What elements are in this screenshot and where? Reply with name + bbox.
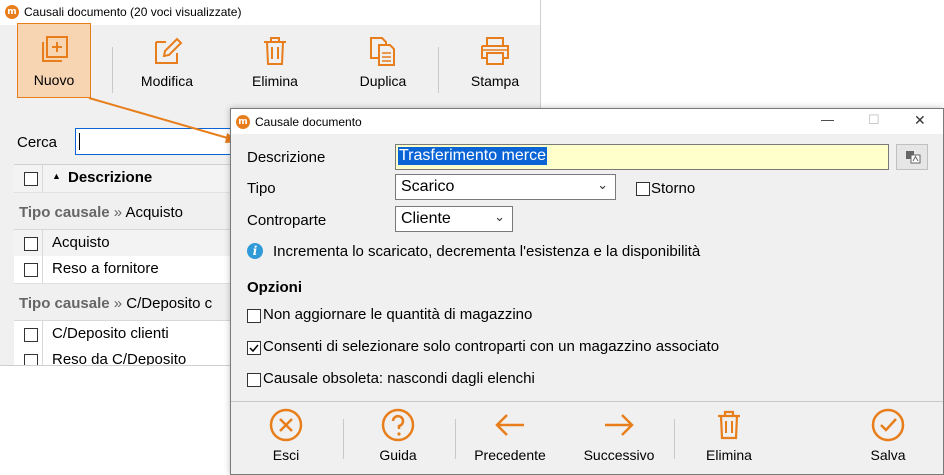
successivo-label: Successivo xyxy=(583,447,655,463)
controparte-label: Controparte xyxy=(247,212,327,229)
trash-icon xyxy=(718,410,740,440)
tipo-label: Tipo xyxy=(247,180,276,197)
arrow-right-icon xyxy=(605,414,634,436)
storno-checkbox[interactable] xyxy=(636,182,650,196)
minimize-icon[interactable]: — xyxy=(821,112,834,127)
descrizione-field[interactable]: Trasferimento merce xyxy=(395,144,889,170)
salva-label: Salva xyxy=(870,447,906,463)
salva-button[interactable]: Salva xyxy=(853,407,923,467)
option-label: Consenti di selezionare solo controparti… xyxy=(263,338,720,355)
elimina-button[interactable]: Elimina xyxy=(694,407,764,467)
help-icon xyxy=(381,408,415,442)
option-checkbox[interactable] xyxy=(247,309,261,323)
button-divider xyxy=(674,419,675,459)
app-logo-icon: m xyxy=(236,115,250,129)
translate-icon xyxy=(906,151,921,164)
esci-button[interactable]: Esci xyxy=(251,407,321,467)
esci-label: Esci xyxy=(272,447,300,463)
button-divider xyxy=(455,419,456,459)
option-label: Causale obsoleta: nascondi dagli elenchi xyxy=(263,370,535,387)
controparte-select[interactable]: Cliente ⌄ xyxy=(395,206,513,232)
controparte-value: Cliente xyxy=(401,210,451,227)
descrizione-value: Trasferimento merce xyxy=(398,147,547,165)
dialog-title: Causale documento xyxy=(255,115,362,129)
storno-label: Storno xyxy=(651,180,696,197)
guida-label: Guida xyxy=(379,447,417,463)
translate-button[interactable] xyxy=(896,144,928,170)
check-circle-icon xyxy=(871,408,905,442)
chevron-down-icon: ⌄ xyxy=(597,177,608,192)
guida-button[interactable]: Guida xyxy=(363,407,433,467)
close-circle-icon xyxy=(269,408,303,442)
close-icon[interactable]: ✕ xyxy=(914,112,926,129)
button-divider xyxy=(343,419,344,459)
precedente-label: Precedente xyxy=(474,447,546,463)
chevron-down-icon: ⌄ xyxy=(494,209,505,224)
arrow-left-icon xyxy=(495,414,524,436)
precedente-button[interactable]: Precedente xyxy=(465,407,555,467)
option-checkbox[interactable] xyxy=(247,373,261,387)
footer-divider xyxy=(231,401,943,402)
info-text: Incrementa lo scaricato, decrementa l'es… xyxy=(273,243,701,260)
checkmark-icon xyxy=(249,344,259,353)
elimina-label: Elimina xyxy=(706,447,752,463)
option-label: Non aggiornare le quantità di magazzino xyxy=(263,306,533,323)
tipo-value: Scarico xyxy=(401,178,455,195)
dialog-title-bar: m Causale documento — ☐ ✕ xyxy=(231,109,943,134)
option-checkbox-checked[interactable] xyxy=(247,341,261,355)
descrizione-label: Descrizione xyxy=(247,149,326,166)
info-icon: i xyxy=(247,243,263,259)
opzioni-header: Opzioni xyxy=(247,279,302,296)
tipo-select[interactable]: Scarico ⌄ xyxy=(395,174,616,200)
maximize-icon[interactable]: ☐ xyxy=(868,112,880,128)
successivo-button[interactable]: Successivo xyxy=(574,407,664,467)
causale-documento-dialog: m Causale documento — ☐ ✕ Descrizione Tr… xyxy=(230,108,944,475)
